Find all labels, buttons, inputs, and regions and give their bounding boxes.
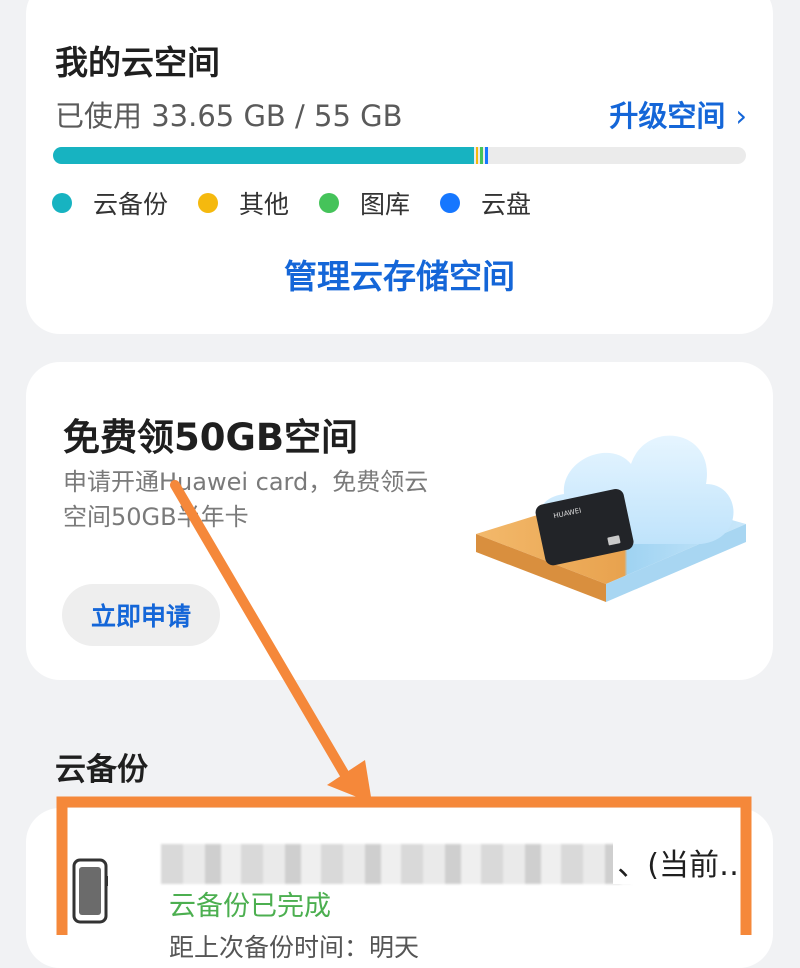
device-current-label: 、(当前… [613, 840, 749, 884]
storage-card: 我的云空间 已使用 33.65 GB / 55 GB 升级空间 › 云备份 其他 图库… [26, 0, 773, 334]
legend-label: 云备份 [93, 190, 169, 219]
storage-usage-bar [53, 147, 746, 164]
annotation-arrow-head [327, 760, 372, 803]
promo-title: 免费领50GB空间 [63, 416, 359, 459]
usage-segment-1 [475, 147, 479, 164]
legend-dot [440, 193, 461, 213]
legend-label: 其他 [239, 190, 290, 219]
legend-dot [198, 193, 219, 213]
legend-dot [52, 193, 72, 213]
usage-segment-3 [485, 147, 488, 164]
redacted-device-name [161, 844, 631, 884]
legend-dot [319, 193, 340, 213]
manage-storage-link[interactable]: 管理云存储空间 [26, 250, 773, 298]
promo-card[interactable]: 免费领50GB空间 申请开通Huawei card，免费领云空间50GB半年卡 … [26, 362, 773, 680]
upgrade-storage-label: 升级空间 [609, 99, 726, 133]
promo-description: 申请开通Huawei card，免费领云空间50GB半年卡 [63, 468, 429, 531]
storage-legend: 云备份 其他 图库 云盘 [52, 185, 561, 221]
legend-item: 云备份 [52, 185, 168, 221]
backup-device-card[interactable]: 、(当前… 云备份已完成 距上次备份时间：明天 [26, 808, 773, 968]
legend-item: 图库 [319, 185, 410, 221]
apply-now-button[interactable]: 立即申请 [62, 584, 220, 646]
upgrade-storage-link[interactable]: 升级空间 › [609, 93, 747, 135]
legend-item: 云盘 [440, 185, 531, 221]
storage-title: 我的云空间 [55, 43, 220, 82]
cloud-backup-section-title: 云备份 [55, 752, 148, 788]
usage-segment-0 [53, 147, 474, 164]
chevron-right-icon: › [735, 99, 747, 133]
legend-label: 图库 [360, 190, 411, 219]
legend-item: 其他 [198, 185, 289, 221]
phone-icon [72, 858, 108, 924]
usage-segment-2 [480, 147, 484, 164]
usage-text: 已使用 33.65 GB / 55 GB [55, 99, 403, 133]
cloud-card-illustration: HUAWEI [476, 435, 746, 602]
legend-label: 云盘 [481, 190, 532, 219]
last-backup-time: 距上次备份时间：明天 [169, 933, 420, 962]
backup-status: 云备份已完成 [169, 891, 331, 922]
